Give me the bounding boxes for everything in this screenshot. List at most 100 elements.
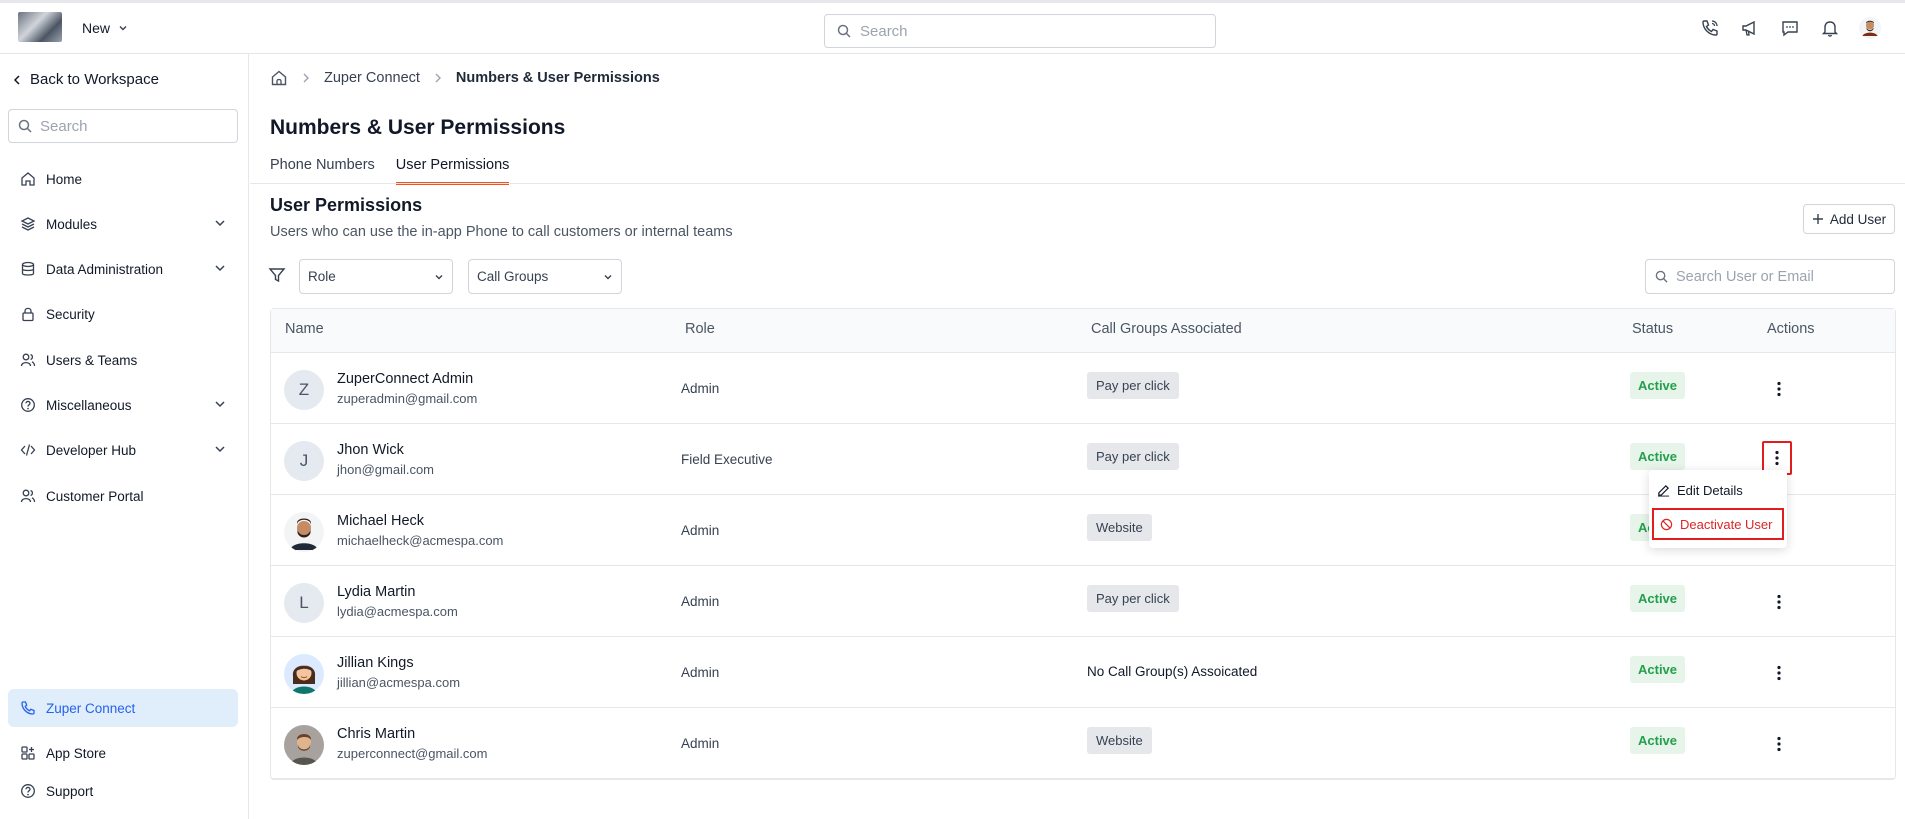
home-icon [21,172,35,186]
sidebar-item-modules[interactable]: Modules [8,206,238,242]
user-name: ZuperConnect Admin [337,371,474,387]
row-actions-button[interactable] [1765,659,1793,687]
row-actions-button[interactable] [1765,588,1793,616]
back-to-workspace-link[interactable]: Back to Workspace [12,71,159,88]
new-button[interactable]: New [82,20,128,36]
sidebar-item-home[interactable]: Home [8,161,238,197]
sidebar-item-app-store[interactable]: App Store [8,735,238,771]
phone-icon [21,701,35,715]
plus-icon [1812,214,1823,224]
edit-details-menu-item[interactable]: Edit Details [1657,483,1743,498]
user-email: jillian@acmespa.com [337,675,461,690]
chevron-right-icon [435,73,441,83]
sidebar-search-input[interactable]: Search [8,109,238,143]
global-search-input[interactable]: Search [824,14,1216,48]
ban-icon [1660,518,1673,530]
user-search-placeholder: Search User or Email [1676,268,1814,285]
sidebar-item-label: Miscellaneous [46,397,132,413]
sidebar-item-label: Data Administration [46,261,164,277]
row-actions-menu: Edit Details Deactivate User [1649,470,1787,548]
table-row: Jillian Kings jillian@acmespa.com Admin … [271,637,1895,708]
code-icon [20,444,36,456]
sidebar-item-label: Zuper Connect [46,700,136,716]
avatar [284,512,324,552]
more-vertical-icon [1777,736,1781,752]
user-name: Chris Martin [337,726,416,742]
company-logo[interactable] [18,12,62,42]
user-avatar[interactable] [1859,17,1881,39]
chevron-left-icon [13,74,20,85]
breadcrumb-current: Numbers & User Permissions [455,70,660,86]
breadcrumb-item-zuper-connect[interactable]: Zuper Connect [324,70,420,86]
megaphone-icon[interactable] [1739,17,1761,39]
search-icon [837,24,851,38]
call-groups-filter-dropdown[interactable]: Call Groups [468,259,622,294]
chat-icon[interactable] [1779,17,1801,39]
header-role: Role [685,321,715,337]
lock-icon [22,307,34,322]
new-label: New [82,20,111,36]
tab-user-permissions[interactable]: User Permissions [395,157,510,185]
tab-phone-numbers[interactable]: Phone Numbers [270,157,375,185]
more-vertical-icon [1777,665,1781,681]
users-icon [20,353,36,367]
bell-icon[interactable] [1819,17,1841,39]
sidebar-item-security[interactable]: Security [8,296,238,332]
call-group-chip: Website [1087,514,1152,541]
tabs-divider [250,183,1905,184]
sidebar: Back to Workspace Search Home Modules Da… [0,54,249,819]
section-subtitle: Users who can use the in-app Phone to ca… [270,224,733,240]
page-title: Numbers & User Permissions [270,116,566,139]
user-role: Admin [681,594,720,609]
call-group-chip: Pay per click [1087,443,1179,470]
status-badge: Active [1630,727,1686,754]
chevron-down-icon [215,401,225,408]
table-row: L Lydia Martin lydia@acmespa.com Admin P… [271,566,1895,637]
help-circle-icon [21,784,35,798]
section-title: User Permissions [270,195,423,215]
sidebar-item-support[interactable]: Support [8,773,238,809]
home-icon[interactable] [270,69,288,87]
role-filter-dropdown[interactable]: Role [299,259,453,294]
add-user-label: Add User [1829,211,1887,227]
deactivate-user-menu-item[interactable]: Deactivate User [1652,508,1784,540]
chevron-down-icon [435,274,443,279]
sidebar-item-label: Customer Portal [46,488,144,504]
users-icon [20,489,36,503]
add-user-button[interactable]: Add User [1803,204,1895,234]
user-search-input[interactable]: Search User or Email [1645,259,1895,294]
row-actions-button[interactable] [1765,375,1793,403]
user-name: Michael Heck [337,513,425,529]
sidebar-item-users-teams[interactable]: Users & Teams [8,342,238,378]
search-icon [18,119,32,133]
sidebar-item-zuper-connect[interactable]: Zuper Connect [8,689,238,727]
more-vertical-icon [1777,594,1781,610]
user-name: Jillian Kings [337,655,414,671]
user-name: Jhon Wick [337,442,404,458]
phone-call-icon[interactable] [1699,17,1721,39]
sidebar-item-customer-portal[interactable]: Customer Portal [8,478,238,514]
user-email: zuperadmin@gmail.com [337,391,478,406]
header-status: Status [1632,321,1674,337]
status-badge: Active [1630,443,1686,470]
sidebar-item-label: Users & Teams [46,352,138,368]
avatar [284,725,324,765]
sidebar-item-developer-hub[interactable]: Developer Hub [8,432,238,468]
main-content: Zuper Connect Numbers & User Permissions… [250,54,1905,819]
user-name: Lydia Martin [337,584,416,600]
user-role: Field Executive [681,452,773,467]
help-circle-icon [21,398,35,412]
sidebar-item-label: Developer Hub [46,442,137,458]
chevron-down-icon [215,220,225,227]
tab-bar: Phone Numbers User Permissions [270,157,510,185]
filter-icon[interactable] [268,266,286,284]
avatar: J [284,441,324,481]
table-row: Chris Martin zuperconnect@gmail.com Admi… [271,708,1895,779]
sidebar-item-miscellaneous[interactable]: Miscellaneous [8,387,238,423]
sidebar-item-data-administration[interactable]: Data Administration [8,251,238,287]
user-email: jhon@gmail.com [337,462,435,477]
header-actions: Actions [1767,321,1815,337]
header-call-groups: Call Groups Associated [1091,321,1242,337]
row-actions-button[interactable] [1765,730,1793,758]
status-badge: Active [1630,585,1686,612]
